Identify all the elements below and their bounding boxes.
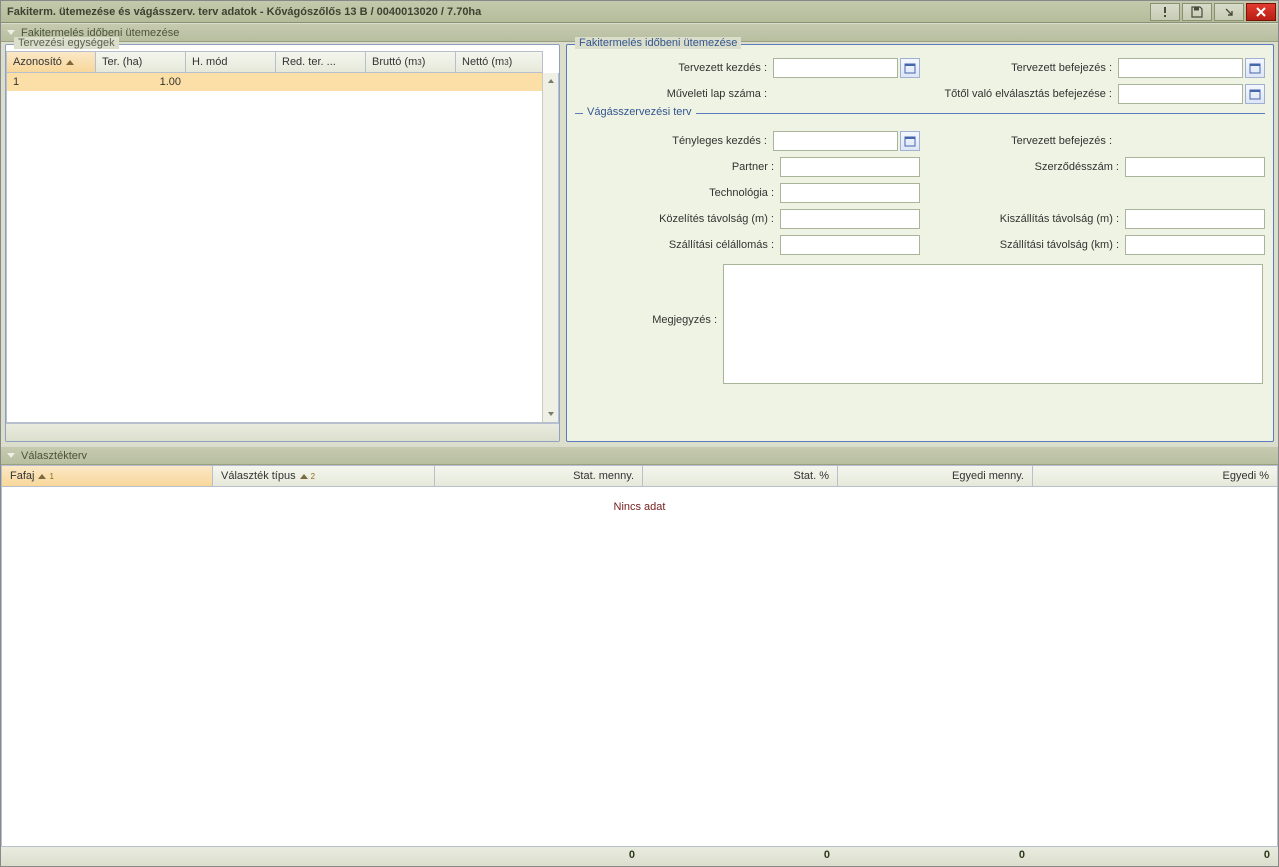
label-planned-start: Tervezett kezdés : [575,62,773,74]
label-sheet-number: Műveleti lap száma : [575,88,773,100]
cutting-plan-panel: Vágásszervezési terv Tényleges kezdés : … [575,113,1265,433]
actual-start-input[interactable] [773,131,898,151]
label-destination: Szállítási célállomás : [575,239,780,251]
col-netto[interactable]: Nettó (m3) [456,51,543,73]
label-contract: Szerződésszám : [920,161,1125,173]
close-icon [1255,6,1267,18]
collapse-icon [7,30,15,35]
label-actual-start: Tényleges kezdés : [575,135,773,147]
note-textarea[interactable] [723,264,1263,384]
sort-asc-icon [38,474,46,479]
calendar-icon [1249,88,1261,100]
col-redter[interactable]: Red. ter. ... [276,51,366,73]
label-ship-distance: Szállítási távolság (km) : [920,239,1125,251]
footer-stat-menny: 0 [435,847,643,866]
section-header-assortment[interactable]: Választékterv [1,446,1278,465]
calendar-icon [904,135,916,147]
table-row[interactable]: 1 1.00 [7,73,558,91]
cut-completion-input[interactable] [1118,84,1243,104]
calendar-icon [1249,62,1261,74]
partner-input[interactable] [780,157,920,177]
footer-egyedi-pct: 0 [1033,847,1278,866]
out-distance-input[interactable] [1125,209,1265,229]
col-egyedi-pct[interactable]: Egyedi % [1033,465,1278,487]
label-planned-end: Tervezett befejezés : [920,62,1118,74]
alert-button[interactable] [1150,3,1180,21]
scroll-up-icon[interactable] [543,73,558,89]
label-cut-completion: Tőtől való elválasztás befejezése : [920,88,1118,100]
sort-asc-icon [66,60,74,65]
col-azonosito[interactable]: Azonosító [6,51,96,73]
sort-asc-icon [300,474,308,479]
scheduling-form-panel: Fakitermelés időbeni ütemezése Tervezett… [566,44,1274,442]
save-button[interactable] [1182,3,1212,21]
floppy-icon [1191,6,1203,18]
assortment-grid-footer: 0 0 0 0 [1,846,1278,866]
calendar-icon [904,62,916,74]
footer-stat-pct: 0 [643,847,838,866]
label-out-distance: Kiszállítás távolság (m) : [920,213,1125,225]
col-hmod[interactable]: H. mód [186,51,276,73]
units-legend: Tervezési egységek [14,37,119,49]
close-button[interactable] [1246,3,1276,21]
label-planned-end2: Tervezett befejezés : [920,135,1118,147]
footer-egyedi-menny: 0 [838,847,1033,866]
titlebar: Fakiterm. ütemezése és vágásszerv. terv … [1,1,1278,23]
planned-start-calendar[interactable] [900,58,920,78]
vertical-scrollbar[interactable] [542,73,558,422]
assortment-grid-header: Fafaj1 Választék típus2 Stat. menny. Sta… [1,465,1278,487]
contract-input[interactable] [1125,157,1265,177]
cell-ter: 1.00 [97,76,187,88]
units-grid-header: Azonosító Ter. (ha) H. mód Red. ter. ...… [6,51,559,73]
col-egyedi-menny[interactable]: Egyedi menny. [838,465,1033,487]
arrow-down-right-icon [1223,6,1235,18]
cutting-plan-legend: Vágásszervezési terv [583,106,696,118]
col-stat-menny[interactable]: Stat. menny. [435,465,643,487]
ship-distance-input[interactable] [1125,235,1265,255]
col-brutto[interactable]: Bruttó (m3) [366,51,456,73]
section-title-2: Választékterv [21,450,87,462]
planned-end-calendar[interactable] [1245,58,1265,78]
cell-id: 1 [7,76,97,88]
scroll-down-icon[interactable] [543,406,558,422]
col-stat-pct[interactable]: Stat. % [643,465,838,487]
label-technology: Technológia : [575,187,780,199]
col-fafaj[interactable]: Fafaj1 [1,465,213,487]
scheduling-form-legend: Fakitermelés időbeni ütemezése [575,37,741,49]
label-approach-distance: Közelítés távolság (m) : [575,213,780,225]
collapse-icon [7,453,15,458]
cut-completion-calendar[interactable] [1245,84,1265,104]
units-grid-body[interactable]: 1 1.00 [6,73,559,423]
no-data-label: Nincs adat [2,487,1277,513]
units-panel: Tervezési egységek Azonosító Ter. (ha) H… [5,44,560,442]
minimize-button[interactable] [1214,3,1244,21]
approach-distance-input[interactable] [780,209,920,229]
assortment-grid-body[interactable]: Nincs adat [1,487,1278,846]
window-title: Fakiterm. ütemezése és vágásszerv. terv … [7,6,481,18]
label-partner: Partner : [575,161,780,173]
planned-start-input[interactable] [773,58,898,78]
col-ter[interactable]: Ter. (ha) [96,51,186,73]
col-valasztek-tipus[interactable]: Választék típus2 [213,465,435,487]
technology-input[interactable] [780,183,920,203]
destination-input[interactable] [780,235,920,255]
actual-start-calendar[interactable] [900,131,920,151]
units-grid-footer [6,423,559,441]
label-note: Megjegyzés : [575,264,723,326]
planned-end-input[interactable] [1118,58,1243,78]
exclamation-icon [1159,6,1171,18]
